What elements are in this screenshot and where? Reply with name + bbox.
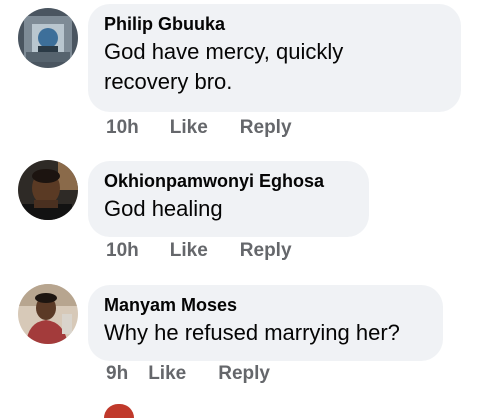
comment-author-name[interactable]: Philip Gbuuka — [104, 13, 445, 35]
reply-button[interactable]: Reply — [218, 363, 270, 385]
comment-item: Okhionpamwonyi Eghosa God healing 10h Li… — [0, 150, 480, 275]
like-button[interactable]: Like — [148, 363, 186, 385]
profile-photo-icon — [18, 160, 78, 220]
comment-actions: 10h Like Reply — [106, 240, 292, 262]
reply-button[interactable]: Reply — [240, 240, 292, 262]
comment-text: Why he refused marrying her? — [104, 318, 427, 348]
comment-timestamp[interactable]: 10h — [106, 240, 139, 262]
comment-actions: 10h Like Reply — [106, 117, 292, 139]
profile-photo-icon — [18, 8, 78, 68]
comment-timestamp[interactable]: 9h — [106, 363, 128, 385]
profile-photo-icon — [18, 284, 78, 344]
comment-author-name[interactable]: Manyam Moses — [104, 294, 427, 316]
comment-text-line: recovery bro. — [104, 69, 233, 94]
comment-item: Manyam Moses Why he refused marrying her… — [0, 275, 480, 400]
comment-text-line: God healing — [104, 196, 223, 221]
comment-item: Philip Gbuuka God have mercy, quickly re… — [0, 0, 480, 150]
like-button[interactable]: Like — [170, 117, 208, 139]
comment-author-name[interactable]: Okhionpamwonyi Eghosa — [104, 170, 353, 192]
comment-timestamp[interactable]: 10h — [106, 117, 139, 139]
avatar[interactable] — [18, 284, 78, 344]
comment-bubble: Okhionpamwonyi Eghosa God healing — [88, 161, 369, 237]
avatar[interactable] — [18, 8, 78, 68]
comment-text-line: Why he refused marrying her? — [104, 320, 400, 345]
comment-bubble: Manyam Moses Why he refused marrying her… — [88, 285, 443, 361]
comment-text-line: God have mercy, quickly — [104, 39, 344, 64]
comment-actions: 9h Like Reply — [106, 363, 270, 385]
comment-bubble: Philip Gbuuka God have mercy, quickly re… — [88, 4, 461, 112]
comment-text: God have mercy, quickly recovery bro. — [104, 37, 445, 97]
like-button[interactable]: Like — [170, 240, 208, 262]
avatar[interactable] — [104, 404, 134, 418]
avatar[interactable] — [18, 160, 78, 220]
comment-text: God healing — [104, 194, 353, 224]
reply-button[interactable]: Reply — [240, 117, 292, 139]
